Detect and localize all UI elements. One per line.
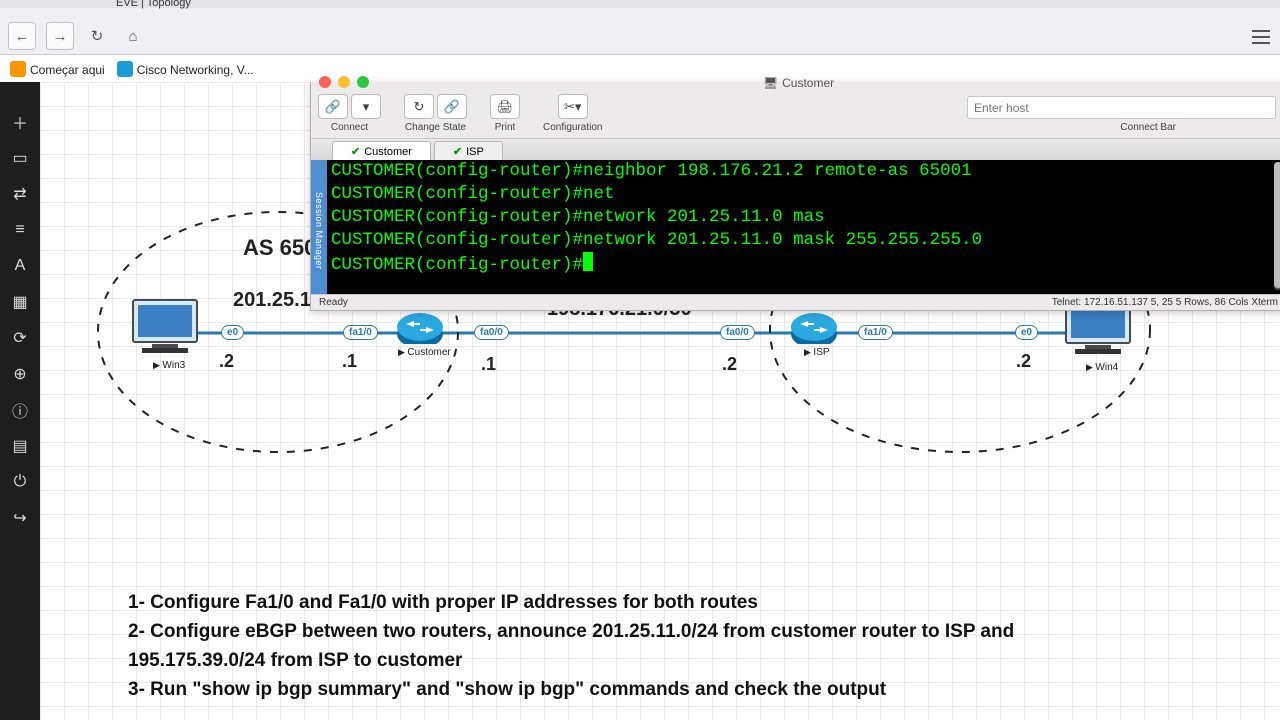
cisco-icon xyxy=(117,61,133,77)
iface-fa00-right: fa0/0 xyxy=(720,325,755,340)
terminal-status-bar: Ready Telnet: 172.16.51.137 5, 25 5 Rows… xyxy=(311,294,1280,310)
lab-instructions: 1- Configure Fa1/0 and Fa1/0 with proper… xyxy=(128,588,1048,704)
terminal-window[interactable]: 🖥 Customer 🔗 ▾ Connect ↻ 🔗 Change State … xyxy=(310,82,1280,311)
terminal-toolbar: 🔗 ▾ Connect ↻ 🔗 Change State 🖨 Print ✂▾ … xyxy=(318,94,602,133)
clipboard-icon[interactable]: ▤ xyxy=(10,436,30,456)
refresh-icon[interactable]: ⟳ xyxy=(10,328,30,348)
browser-tab-title[interactable]: EVE | Topology xyxy=(116,0,191,9)
ip-mid-right: .2 xyxy=(722,354,737,375)
session-manager-handle[interactable]: Session Manager xyxy=(311,160,327,302)
ip-customer: .1 xyxy=(342,351,357,372)
check-icon: ✔ xyxy=(453,145,462,158)
tab-isp[interactable]: ✔ISP xyxy=(434,141,503,161)
node-customer[interactable] xyxy=(396,310,444,344)
browser-chrome: EVE | Topology ← → ↻ ⌂ xyxy=(0,0,1280,55)
iface-e0-right: e0 xyxy=(1015,325,1038,340)
scrollbar-thumb[interactable] xyxy=(1274,162,1280,288)
host-input[interactable] xyxy=(967,96,1276,119)
reload-button[interactable]: ↻ xyxy=(84,23,110,49)
change-state-button[interactable]: ↻ xyxy=(404,94,434,119)
change-state-label: Change State xyxy=(405,122,466,133)
connect-button[interactable]: 🔗 xyxy=(318,94,348,119)
firefox-icon xyxy=(10,61,26,77)
ip-mid-left: .1 xyxy=(481,354,496,375)
instruction-2: 2- Configure eBGP between two routers, a… xyxy=(128,617,1048,675)
node-customer-label: Customer xyxy=(398,347,451,358)
node-icon[interactable]: ▭ xyxy=(10,148,30,168)
text-icon[interactable]: A xyxy=(10,256,30,276)
status-right: Telnet: 172.16.51.137 5, 25 5 Rows, 86 C… xyxy=(1052,297,1278,308)
ip-win3: .2 xyxy=(219,351,234,372)
bookmark-cisco[interactable]: Cisco Networking, V... xyxy=(117,61,254,77)
connect-label: Connect xyxy=(331,122,368,133)
iface-e0-left: e0 xyxy=(221,325,244,340)
instruction-1: 1- Configure Fa1/0 and Fa1/0 with proper… xyxy=(128,588,1048,617)
print-label: Print xyxy=(495,122,516,133)
print-button[interactable]: 🖨 xyxy=(490,94,520,119)
forward-button[interactable]: → xyxy=(46,22,74,50)
node-isp-label: ISP xyxy=(804,347,830,358)
terminal-output[interactable]: CUSTOMER(config-router)#neighbor 198.176… xyxy=(327,160,1280,294)
terminal-tab-bar: ✔Customer ✔ISP xyxy=(311,138,1280,161)
ip-win4: .2 xyxy=(1016,351,1031,372)
connect-bar-label: Connect Bar xyxy=(1120,122,1176,133)
bookmarks-bar: Começar aqui Cisco Networking, V... xyxy=(10,56,254,82)
back-button[interactable]: ← xyxy=(8,22,36,50)
list-icon[interactable]: ≡ xyxy=(10,220,30,240)
configuration-button[interactable]: ✂▾ xyxy=(558,94,588,119)
status-left: Ready xyxy=(319,297,348,308)
logout-icon[interactable]: ↪ xyxy=(10,508,30,528)
iface-fa10-right: fa1/0 xyxy=(858,325,893,340)
iface-fa00-left: fa0/0 xyxy=(474,325,509,340)
add-icon[interactable]: ＋ xyxy=(10,112,30,132)
monitor-icon: 🖥 xyxy=(763,76,778,90)
node-win3-label: Win3 xyxy=(153,360,185,371)
power-icon[interactable]: ⏻ xyxy=(10,472,30,492)
terminal-title: 🖥 Customer xyxy=(311,76,1280,90)
node-win4-label: Win4 xyxy=(1086,362,1118,373)
change-state-menu[interactable]: 🔗 xyxy=(437,94,467,119)
home-button[interactable]: ⌂ xyxy=(120,23,146,49)
instruction-3: 3- Run "show ip bgp summary" and "show i… xyxy=(128,675,1048,704)
topology-canvas[interactable]: AS 65000 AS 65001 eBGP 201.25.11.0/24 19… xyxy=(40,82,1280,720)
node-win3[interactable] xyxy=(128,297,202,355)
tab-customer[interactable]: ✔Customer xyxy=(332,141,431,161)
hamburger-menu[interactable] xyxy=(1252,30,1270,44)
settings-icon[interactable]: ⇄ xyxy=(10,184,30,204)
node-isp[interactable] xyxy=(790,310,838,344)
connect-menu[interactable]: ▾ xyxy=(351,94,381,119)
grid-icon[interactable]: ▦ xyxy=(10,292,30,312)
check-icon: ✔ xyxy=(351,145,360,158)
eve-sidebar: ＋ ▭ ⇄ ≡ A ▦ ⟳ ⊕ ⓘ ▤ ⏻ ↪ xyxy=(0,82,40,720)
cursor xyxy=(583,252,593,271)
configuration-label: Configuration xyxy=(543,122,602,133)
zoom-icon[interactable]: ⊕ xyxy=(10,364,30,384)
bookmark-comecar[interactable]: Começar aqui xyxy=(10,61,105,77)
iface-fa10-left: fa1/0 xyxy=(343,325,378,340)
browser-tab-strip xyxy=(0,0,1280,8)
info-icon[interactable]: ⓘ xyxy=(10,400,30,420)
